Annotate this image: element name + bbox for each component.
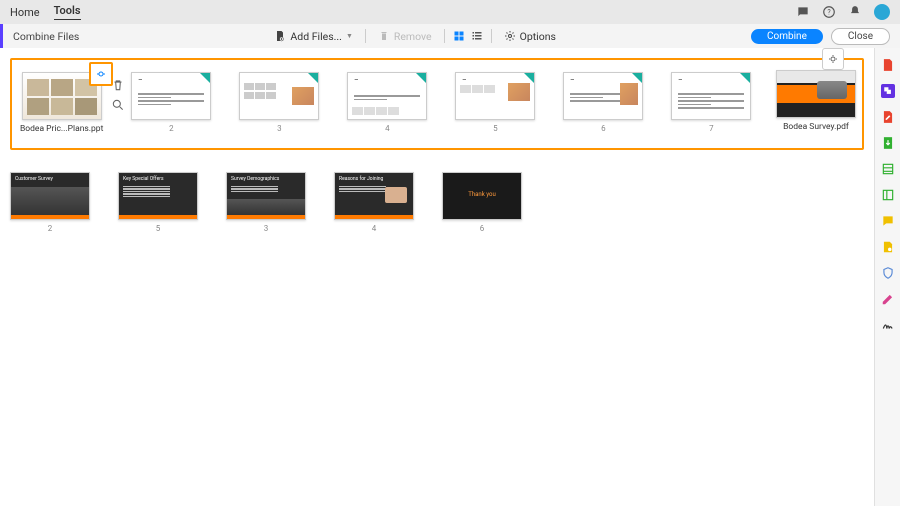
gear-icon (504, 30, 516, 42)
sign-icon[interactable] (881, 318, 895, 332)
create-pdf-icon[interactable] (881, 58, 895, 72)
remove-label: Remove (394, 30, 432, 43)
page-number: 6 (480, 224, 485, 233)
options-label: Options (520, 30, 556, 43)
combine-toolbar: Combine Files Add Files... ▼ Remove Opti… (0, 24, 900, 48)
page-number: 2 (169, 124, 174, 133)
page-number: 3 (277, 124, 282, 133)
protect-icon[interactable] (881, 266, 895, 280)
add-files-label: Add Files... (290, 30, 342, 43)
thumb-page[interactable]: Key Special Offers 5 (118, 172, 198, 233)
compress-icon[interactable] (881, 188, 895, 202)
chat-icon[interactable] (796, 5, 810, 19)
thumb-page[interactable]: 3 (239, 72, 319, 133)
svg-text:?: ? (827, 8, 831, 16)
thumb-bodea-survey[interactable]: Bodea Survey.pdf (776, 70, 856, 132)
help-icon[interactable]: ? (822, 5, 836, 19)
thumb-page[interactable]: — 4 (347, 72, 427, 133)
thumb-page[interactable]: — 7 (671, 72, 751, 133)
collapse-icon (95, 68, 107, 80)
selected-group: Bodea Pric...Plans.ppt — (10, 58, 864, 150)
zoom-button[interactable] (111, 98, 125, 112)
comment-icon[interactable] (881, 214, 895, 228)
app-top-nav: Home Tools ? (0, 0, 900, 24)
thumb-page[interactable]: Reasons for Joining 4 (334, 172, 414, 233)
thumb-bodea-pricing[interactable]: Bodea Pric...Plans.ppt (20, 72, 103, 134)
remove-button[interactable]: Remove (374, 28, 436, 45)
page-number: 6 (601, 124, 606, 133)
thumb-page[interactable]: Survey Demographics 3 (226, 172, 306, 233)
close-button[interactable]: Close (831, 28, 890, 45)
nav-tools[interactable]: Tools (54, 4, 81, 20)
thumbnail-canvas: Bodea Pric...Plans.ppt — (0, 48, 874, 506)
edit-pdf-icon[interactable] (881, 110, 895, 124)
list-view-icon[interactable] (471, 30, 483, 42)
share-icon[interactable] (881, 240, 895, 254)
combine-icon[interactable] (881, 84, 895, 98)
right-rail (874, 48, 900, 506)
thumb-label: Bodea Pric...Plans.ppt (20, 124, 103, 134)
page-number: 4 (385, 124, 390, 133)
trash-icon (111, 78, 125, 92)
nav-home[interactable]: Home (10, 6, 40, 19)
page-number: 5 (493, 124, 498, 133)
page-number: 5 (156, 224, 161, 233)
trash-icon (378, 30, 390, 42)
toolbar-title: Combine Files (13, 30, 79, 43)
page-number: 4 (372, 224, 377, 233)
magnify-icon (111, 98, 125, 112)
add-file-icon (274, 30, 286, 42)
thumb-page[interactable]: Customer Survey 2 (10, 172, 90, 233)
thumb-page[interactable]: — 5 (455, 72, 535, 133)
redact-icon[interactable] (881, 292, 895, 306)
organize-icon[interactable] (881, 162, 895, 176)
page-number: 2 (48, 224, 53, 233)
export-pdf-icon[interactable] (881, 136, 895, 150)
grid-view-icon[interactable] (453, 30, 465, 42)
bell-icon[interactable] (848, 5, 862, 19)
expand-pages-button[interactable] (89, 62, 113, 86)
thumb-page[interactable]: Thank you 6 (442, 172, 522, 233)
main: Bodea Pric...Plans.ppt — (0, 48, 900, 506)
chevron-down-icon: ▼ (346, 32, 353, 40)
floating-expand-button[interactable] (822, 48, 844, 70)
combine-button[interactable]: Combine (751, 29, 823, 44)
delete-button[interactable] (111, 78, 125, 92)
avatar[interactable] (874, 4, 890, 20)
thumb-label: Bodea Survey.pdf (783, 122, 849, 132)
expand-icon (827, 53, 839, 65)
row-2: Customer Survey 2 Key Special Offers 5 S… (10, 172, 864, 233)
page-number: 7 (709, 124, 714, 133)
thumb-page[interactable]: — 2 (131, 72, 211, 133)
page-number: 3 (264, 224, 269, 233)
add-files-button[interactable]: Add Files... ▼ (270, 28, 356, 45)
options-button[interactable]: Options (500, 28, 560, 45)
thumb-page[interactable]: — 6 (563, 72, 643, 133)
